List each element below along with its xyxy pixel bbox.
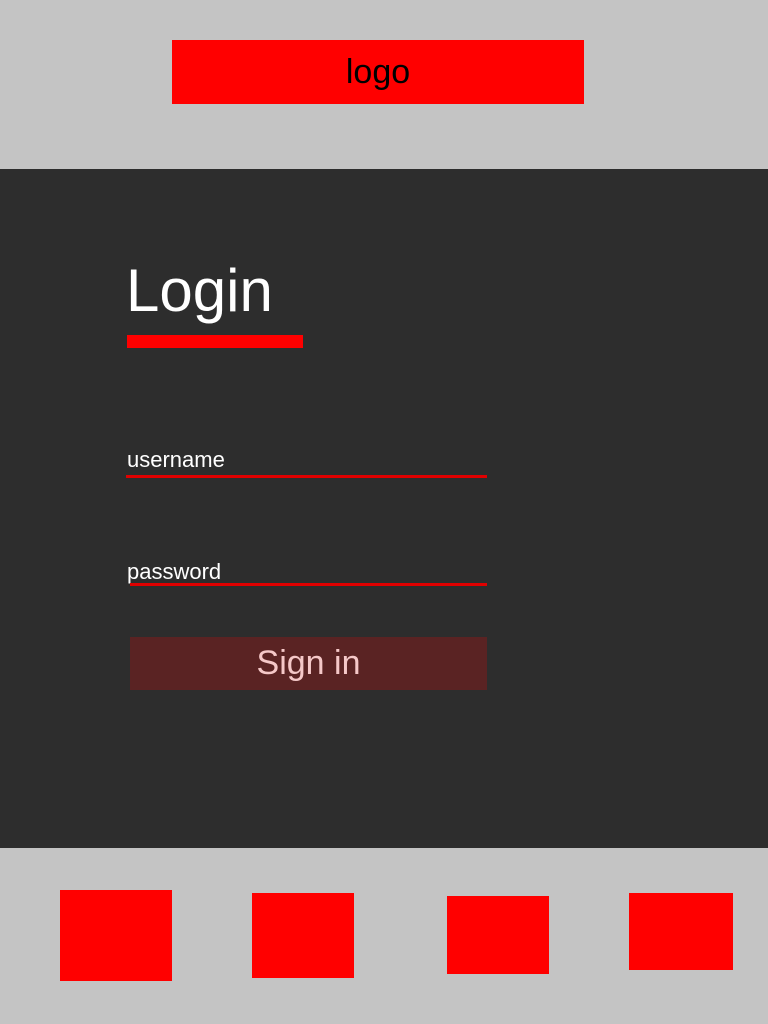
title-underline <box>127 335 303 348</box>
footer <box>0 848 768 1024</box>
footer-nav-item-4[interactable] <box>629 893 733 970</box>
sign-in-button[interactable]: Sign in <box>130 637 487 690</box>
password-field[interactable]: password <box>127 561 221 583</box>
password-field-underline <box>130 583 487 586</box>
footer-nav-item-1[interactable] <box>60 890 172 981</box>
logo[interactable]: logo <box>172 40 584 104</box>
header: logo <box>0 0 768 169</box>
username-field-underline <box>126 475 487 478</box>
login-panel: Login username password Sign in <box>0 169 768 848</box>
footer-nav-item-2[interactable] <box>252 893 354 978</box>
page-title: Login <box>126 257 273 324</box>
footer-nav-item-3[interactable] <box>447 896 549 974</box>
username-field[interactable]: username <box>127 449 225 471</box>
